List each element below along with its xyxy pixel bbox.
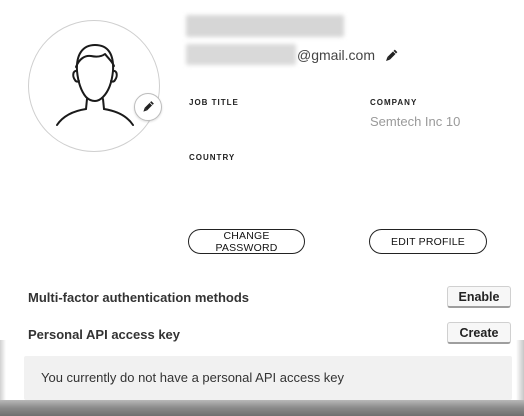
user-silhouette-icon — [56, 44, 134, 126]
profile-avatar — [28, 20, 160, 152]
api-key-notice: You currently do not have a personal API… — [24, 356, 512, 400]
avatar-edit-button[interactable] — [134, 93, 162, 121]
create-api-key-button[interactable]: Create — [447, 322, 511, 344]
bottom-edge-shadow — [0, 400, 524, 416]
email-edit-button[interactable] — [383, 48, 399, 64]
job-title-label: JOB TITLE — [189, 98, 239, 107]
email-domain: @gmail.com — [297, 47, 376, 63]
api-key-notice-text: You currently do not have a personal API… — [41, 370, 345, 385]
change-password-button[interactable]: CHANGE PASSWORD — [188, 229, 305, 254]
pencil-icon — [386, 49, 398, 61]
enable-mfa-button[interactable]: Enable — [447, 286, 511, 308]
redacted-email-user — [186, 44, 296, 65]
redacted-name — [186, 15, 344, 37]
pencil-icon — [143, 101, 154, 112]
api-key-label: Personal API access key — [28, 327, 181, 342]
company-value: Semtech Inc 10 — [370, 114, 461, 129]
country-label: COUNTRY — [189, 153, 236, 162]
mfa-label: Multi-factor authentication methods — [28, 290, 249, 305]
company-label: COMPANY — [370, 98, 418, 107]
edit-profile-button[interactable]: EDIT PROFILE — [369, 229, 487, 254]
